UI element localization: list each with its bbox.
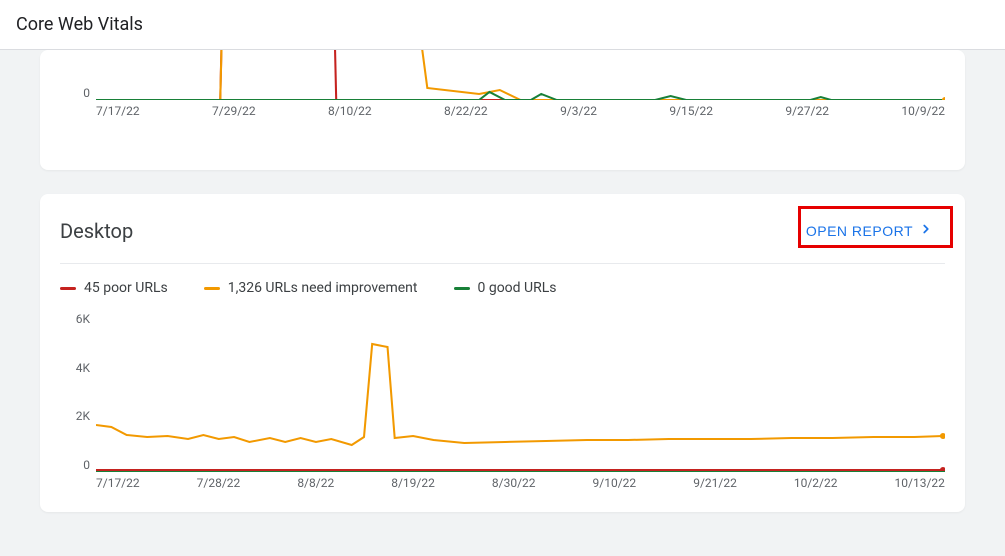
y-tick: 6K xyxy=(60,312,90,326)
open-report-button[interactable]: OPEN REPORT xyxy=(794,214,945,247)
legend-swatch-good xyxy=(454,287,470,290)
card-title: Desktop xyxy=(60,219,133,243)
x-tick: 7/28/22 xyxy=(197,476,241,492)
x-tick: 8/10/22 xyxy=(328,104,372,120)
series-poor xyxy=(96,50,945,100)
x-tick: 9/3/22 xyxy=(560,104,597,120)
x-tick: 8/19/22 xyxy=(391,476,435,492)
open-report-label: OPEN REPORT xyxy=(806,223,913,239)
legend-label: 1,326 URLs need improvement xyxy=(228,280,418,296)
x-axis: 7/17/22 7/29/22 8/10/22 8/22/22 9/3/22 9… xyxy=(96,104,945,120)
x-tick: 7/17/22 xyxy=(96,104,140,120)
x-tick: 10/2/22 xyxy=(794,476,838,492)
x-tick: 9/15/22 xyxy=(669,104,713,120)
y-tick: 0 xyxy=(60,86,90,100)
y-axis: 6K 4K 2K 0 xyxy=(60,312,90,472)
chevron-right-icon xyxy=(919,222,933,239)
page-header: Core Web Vitals xyxy=(0,0,1005,50)
x-axis: 7/17/22 7/28/22 8/8/22 8/19/22 8/30/22 9… xyxy=(96,476,945,492)
x-tick: 9/27/22 xyxy=(785,104,829,120)
content: 0 7/17/22 7/29/22 8/10/22 xyxy=(0,50,1005,532)
legend-item-poor: 45 poor URLs xyxy=(60,280,168,296)
series-need xyxy=(96,50,945,100)
x-tick: 7/17/22 xyxy=(96,476,140,492)
x-tick: 8/30/22 xyxy=(492,476,536,492)
series-need xyxy=(96,344,943,445)
page-title: Core Web Vitals xyxy=(16,14,143,35)
legend-swatch-poor xyxy=(60,287,76,290)
legend-swatch-need xyxy=(204,287,220,290)
plot-area xyxy=(96,50,945,100)
desktop-chart: 6K 4K 2K 0 7 xyxy=(60,312,945,492)
x-tick: 9/21/22 xyxy=(693,476,737,492)
legend-label: 0 good URLs xyxy=(478,280,557,296)
x-tick: 9/10/22 xyxy=(593,476,637,492)
x-tick: 8/22/22 xyxy=(444,104,488,120)
legend-label: 45 poor URLs xyxy=(84,280,168,296)
card-header: Desktop OPEN REPORT xyxy=(60,214,945,264)
x-tick: 7/29/22 xyxy=(212,104,256,120)
desktop-card: Desktop OPEN REPORT 45 poor URLs 1,326 U… xyxy=(40,194,965,512)
legend-item-need: 1,326 URLs need improvement xyxy=(204,280,418,296)
mobile-card-partial: 0 7/17/22 7/29/22 8/10/22 xyxy=(40,50,965,170)
y-axis: 0 xyxy=(60,50,90,100)
legend-item-good: 0 good URLs xyxy=(454,280,557,296)
x-tick: 10/13/22 xyxy=(895,476,945,492)
y-tick: 4K xyxy=(60,361,90,375)
x-tick: 10/9/22 xyxy=(901,104,945,120)
y-tick: 2K xyxy=(60,409,90,423)
mobile-chart: 0 7/17/22 7/29/22 8/10/22 xyxy=(60,50,945,120)
plot-area xyxy=(96,312,945,472)
series-good xyxy=(96,92,945,100)
x-tick: 8/8/22 xyxy=(297,476,334,492)
y-tick: 0 xyxy=(60,458,90,472)
legend: 45 poor URLs 1,326 URLs need improvement… xyxy=(60,264,945,306)
